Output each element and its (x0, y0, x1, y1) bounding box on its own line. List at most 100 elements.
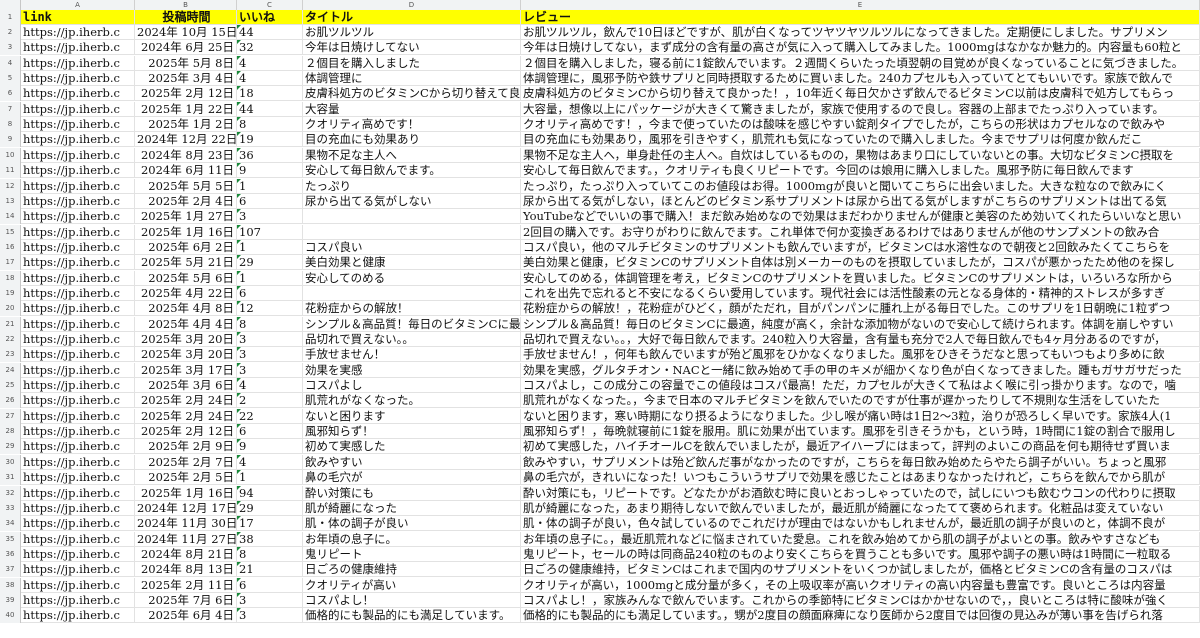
cell-link[interactable]: https://jp.iherb.c (21, 178, 135, 194)
cell-likes[interactable]: 3 (237, 592, 303, 608)
cell-date[interactable]: 2025年 1月 16日 (135, 224, 237, 240)
cell-link[interactable]: https://jp.iherb.c (21, 101, 135, 117)
cell-date[interactable]: 2025年 1月 22日 (135, 101, 237, 117)
cell-title[interactable]: 価格的にも製品的にも満足しています。 (303, 608, 521, 624)
cell-likes[interactable]: 6 (237, 285, 303, 301)
cell-review[interactable]: 2回目の購入です。お守りがわりに飲んでます。これ単体で何か変換ぎあるわけではあり… (521, 224, 1200, 240)
row-number[interactable]: 35 (0, 531, 21, 547)
cell-date[interactable]: 2024年 12月 22日 (135, 132, 237, 148)
cell-title[interactable]: 肌荒れがなくなった。 (303, 393, 521, 409)
cell-review[interactable]: ないと困ります，寒い時期になり摂るようになりました。少し喉が痛い時は1日2〜3粒… (521, 408, 1200, 424)
cell-likes[interactable]: 22 (237, 408, 303, 424)
cell-title[interactable]: 肌・体の調子が良い (303, 516, 521, 532)
cell-title[interactable]: 安心してのめる (303, 270, 521, 286)
header-cell-title[interactable]: タイトル (303, 10, 521, 25)
cell-likes[interactable]: 1 (237, 178, 303, 194)
cell-title[interactable]: コスパよし！ (303, 592, 521, 608)
cell-link[interactable]: https://jp.iherb.c (21, 224, 135, 240)
header-cell-link[interactable]: link (21, 10, 135, 25)
row-number[interactable]: 37 (0, 562, 21, 578)
cell-date[interactable]: 2024年 8月 21日 (135, 546, 237, 562)
cell-link[interactable]: https://jp.iherb.c (21, 439, 135, 455)
cell-review[interactable]: クオリティが高い，1000mgと成分量が多く，その上吸収率が高いクオリティの高い… (521, 577, 1200, 593)
cell-date[interactable]: 2025年 2月 5日 (135, 470, 237, 486)
cell-link[interactable]: https://jp.iherb.c (21, 71, 135, 87)
cell-likes[interactable]: 19 (237, 132, 303, 148)
cell-title[interactable]: コスパ良い (303, 239, 521, 255)
cell-review[interactable]: 肌・体の調子が良い，色々試しているのでこれだけが理由ではないかもしれませんが，最… (521, 516, 1200, 532)
cell-review[interactable]: 大容量，想像以上にパッケージが大きくて驚きましたが，家族で使用するので良し。容器… (521, 101, 1200, 117)
cell-likes[interactable]: 107 (237, 224, 303, 240)
cell-link[interactable]: https://jp.iherb.c (21, 362, 135, 378)
cell-link[interactable]: https://jp.iherb.c (21, 132, 135, 148)
cell-title[interactable]: 安心して毎日飲んでます。 (303, 163, 521, 179)
cell-review[interactable]: 安心して毎日飲んでます。，クオリティも良くリピートです。今回のは娘用に購入しまし… (521, 163, 1200, 179)
cell-title[interactable]: ないと困ります (303, 408, 521, 424)
cell-link[interactable]: https://jp.iherb.c (21, 424, 135, 440)
cell-date[interactable]: 2025年 3月 17日 (135, 362, 237, 378)
cell-likes[interactable]: 29 (237, 500, 303, 516)
cell-date[interactable]: 2025年 3月 20日 (135, 332, 237, 347)
cell-title[interactable]: 美白効果と健康 (303, 255, 521, 271)
cell-link[interactable]: https://jp.iherb.c (21, 163, 135, 179)
cell-review[interactable]: 目の充血にも効果あり，風邪を引きやすく，肌荒れも気になっていたので購入しました。… (521, 132, 1200, 148)
row-number[interactable]: 32 (0, 485, 21, 501)
cell-date[interactable]: 2025年 7月 6日 (135, 592, 237, 608)
cell-likes[interactable]: 44 (237, 25, 303, 40)
cell-date[interactable]: 2025年 4月 8日 (135, 301, 237, 317)
row-number[interactable]: 24 (0, 362, 21, 378)
cell-likes[interactable]: 36 (237, 147, 303, 163)
cell-link[interactable]: https://jp.iherb.c (21, 546, 135, 562)
cell-link[interactable]: https://jp.iherb.c (21, 332, 135, 347)
cell-likes[interactable]: 4 (237, 55, 303, 71)
cell-review[interactable]: 酔い対策にも，リピートです。どなたかがお酒飲む時に良いとおっしゃっていたので，試… (521, 485, 1200, 501)
header-cell-date[interactable]: 投稿時間 (135, 10, 237, 25)
cell-title[interactable]: 風邪知らず！ (303, 424, 521, 440)
cell-title[interactable]: 鬼リピート (303, 546, 521, 562)
cell-review[interactable]: 日ごろの健康維持，ビタミンCはこれまで国内のサプリメントをいくつか試しましたが，… (521, 562, 1200, 578)
cell-link[interactable]: https://jp.iherb.c (21, 193, 135, 209)
row-number[interactable]: 10 (0, 147, 21, 163)
cell-title[interactable]: クオリティ高めです！ (303, 117, 521, 133)
row-number[interactable]: 4 (0, 55, 21, 71)
row-number[interactable]: 8 (0, 117, 21, 133)
cell-title[interactable]: 日ごろの健康維持 (303, 562, 521, 578)
cell-review[interactable]: お年頃の息子に。，最近肌荒れなどに悩まされていた愛息。これを飲み始めてから肌の調… (521, 531, 1200, 547)
cell-date[interactable]: 2025年 2月 12日 (135, 86, 237, 102)
cell-date[interactable]: 2025年 2月 24日 (135, 408, 237, 424)
select-all-corner[interactable] (0, 0, 21, 10)
cell-date[interactable]: 2025年 4月 22日 (135, 285, 237, 301)
row-number[interactable]: 33 (0, 500, 21, 516)
cell-date[interactable]: 2025年 4月 4日 (135, 316, 237, 332)
row-number[interactable]: 12 (0, 178, 21, 194)
row-number[interactable]: 36 (0, 546, 21, 562)
cell-review[interactable]: コスパよし，この成分この容量でこの値段はコスパ最高！ただ，カプセルが大きくて私は… (521, 378, 1200, 394)
row-number[interactable]: 34 (0, 516, 21, 532)
cell-likes[interactable]: 18 (237, 86, 303, 102)
cell-link[interactable]: https://jp.iherb.c (21, 378, 135, 394)
cell-link[interactable]: https://jp.iherb.c (21, 592, 135, 608)
cell-likes[interactable]: 9 (237, 163, 303, 179)
cell-link[interactable]: https://jp.iherb.c (21, 40, 135, 56)
cell-likes[interactable]: 4 (237, 71, 303, 87)
row-number[interactable]: 21 (0, 316, 21, 332)
row-number[interactable]: 20 (0, 301, 21, 317)
row-number[interactable]: 3 (0, 40, 21, 56)
cell-link[interactable]: https://jp.iherb.c (21, 531, 135, 547)
cell-likes[interactable]: 1 (237, 270, 303, 286)
cell-likes[interactable]: 4 (237, 454, 303, 470)
cell-review[interactable]: 肌荒れがなくなった。，今まで日本のマルチビタミンを飲んでいたのですが仕事が遅かっ… (521, 393, 1200, 409)
cell-date[interactable]: 2025年 2月 7日 (135, 454, 237, 470)
cell-date[interactable]: 2025年 2月 12日 (135, 424, 237, 440)
cell-link[interactable]: https://jp.iherb.c (21, 147, 135, 163)
row-number[interactable]: 7 (0, 101, 21, 117)
cell-date[interactable]: 2025年 1月 2日 (135, 117, 237, 133)
cell-review[interactable]: これを出先で忘れると不安になるくらい愛用しています。現代社会には活性酸素の元とな… (521, 285, 1200, 301)
cell-title[interactable]: 効果を実感 (303, 362, 521, 378)
cell-link[interactable]: https://jp.iherb.c (21, 270, 135, 286)
row-number[interactable]: 17 (0, 255, 21, 271)
cell-review[interactable]: クオリティ高めです！，今まで使っていたのは酸味を感じやすい錠剤タイプでしたが，こ… (521, 117, 1200, 133)
cell-title[interactable]: お年頃の息子に。 (303, 531, 521, 547)
cell-review[interactable]: 今年は日焼けしてない，まず成分の含有量の高さが気に入って購入してみました。100… (521, 40, 1200, 56)
cell-title[interactable]: 今年は日焼けしてない (303, 40, 521, 56)
